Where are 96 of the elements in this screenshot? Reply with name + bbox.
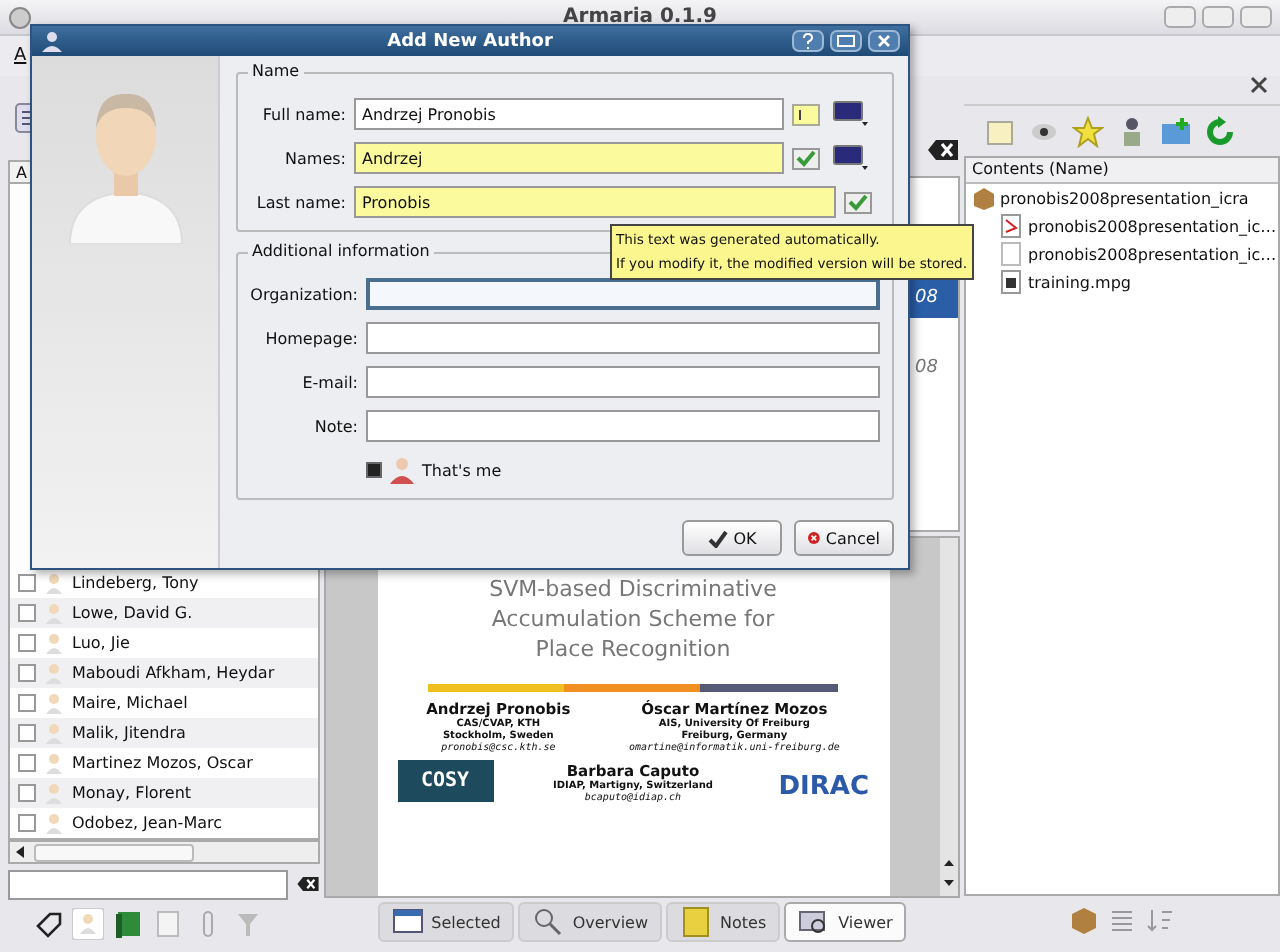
check-icon[interactable] (792, 147, 820, 169)
field-label: Full name: (260, 105, 346, 123)
person-icon (44, 662, 64, 684)
pdf-file-icon (1000, 214, 1022, 238)
horizontal-scrollbar[interactable] (8, 840, 320, 864)
view-tab[interactable]: Viewer (784, 902, 907, 942)
person-icon (44, 782, 64, 804)
note-icon (680, 906, 713, 938)
dialog-title: Add New Author (387, 31, 553, 51)
text-field-icon[interactable] (792, 103, 820, 125)
checkbox[interactable] (18, 634, 36, 652)
column-header[interactable]: Contents (Name) (966, 158, 1278, 184)
text-field[interactable] (366, 410, 880, 442)
checkbox[interactable] (18, 754, 36, 772)
author-name[interactable]: Odobez, Jean-Marc (72, 814, 223, 832)
author-name[interactable]: Maire, Michael (72, 694, 188, 712)
field-label: E-mail: (300, 373, 358, 391)
author-name[interactable]: Lindeberg, Tony (72, 574, 199, 592)
author-name[interactable]: Luo, Jie (72, 634, 130, 652)
box-icon (972, 186, 994, 210)
maximize-button[interactable] (1202, 6, 1234, 28)
clear-icon[interactable] (926, 136, 960, 164)
close-icon[interactable] (1250, 76, 1268, 94)
person-icon (44, 722, 64, 744)
person-icon (44, 602, 64, 624)
window-title: Armaria 0.1.9 (563, 6, 717, 28)
field-label: Note: (312, 417, 358, 435)
person-icon (44, 692, 64, 714)
text-field[interactable]: Andrzej (354, 142, 784, 174)
checkbox[interactable] (18, 784, 36, 802)
checkbox[interactable] (18, 724, 36, 742)
note-icon[interactable] (984, 115, 1016, 147)
view-tab[interactable]: Overview (518, 902, 663, 942)
table-icon (391, 906, 424, 938)
logo: COSY (397, 760, 494, 802)
text-field[interactable] (366, 278, 880, 310)
color-picker-icon[interactable] (832, 144, 868, 172)
person-icon (44, 812, 64, 834)
folder-add-icon[interactable] (1160, 115, 1192, 147)
cancel-icon (808, 528, 820, 548)
checkbox[interactable] (18, 814, 36, 832)
group-title: Name (248, 62, 304, 80)
text-field[interactable]: Pronobis (354, 186, 836, 218)
box-icon[interactable] (1068, 904, 1100, 936)
tag-icon[interactable] (32, 907, 64, 939)
close-icon[interactable] (868, 30, 900, 52)
tree-item[interactable]: pronobis2008presentation_ic… (994, 212, 1278, 240)
text-field[interactable] (366, 366, 880, 398)
checkbox[interactable] (366, 462, 382, 478)
ok-button[interactable]: OK (682, 520, 782, 556)
book-icon[interactable] (112, 907, 144, 939)
cancel-button[interactable]: Cancel (794, 520, 894, 556)
text-field[interactable] (366, 322, 880, 354)
field-label: Homepage: (263, 329, 358, 347)
view-tab[interactable]: Selected (377, 902, 515, 942)
person-icon (390, 456, 414, 484)
text-field[interactable]: Andrzej Pronobis (354, 98, 784, 130)
help-icon[interactable] (792, 30, 824, 52)
tree-item[interactable]: pronobis2008presentation_ic… (994, 240, 1278, 268)
field-label: Organization: (250, 285, 358, 303)
author-name[interactable]: Martinez Mozos, Oscar (72, 754, 253, 772)
checkbox[interactable] (18, 694, 36, 712)
person-icon (40, 30, 64, 52)
color-picker-icon[interactable] (832, 100, 868, 128)
sort-icon[interactable] (1144, 904, 1176, 936)
maximize-icon[interactable] (830, 30, 862, 52)
view-tab[interactable]: Notes (666, 902, 781, 942)
check-icon (707, 529, 728, 547)
blank-file-icon (1000, 242, 1022, 266)
star-icon[interactable] (1072, 115, 1104, 147)
video-file-icon (1000, 270, 1022, 294)
vertical-scrollbar[interactable] (940, 538, 958, 896)
checkbox[interactable] (18, 664, 36, 682)
field-label: Last name: (254, 193, 346, 211)
check-icon[interactable] (844, 191, 872, 213)
minimize-button[interactable] (1164, 6, 1196, 28)
slide-title: SVM-based Discriminative Accumulation Scheme for Place Recognition (487, 574, 779, 664)
person-icon (44, 632, 64, 654)
checkbox-label[interactable]: That's me (422, 461, 502, 479)
checkbox[interactable] (18, 574, 36, 592)
magnifier-icon (532, 906, 565, 938)
person-icon (44, 752, 64, 774)
close-button[interactable] (1240, 6, 1272, 28)
monitor-icon (798, 906, 831, 938)
tree-item[interactable]: pronobis2008presentation_icra (966, 184, 1278, 212)
refresh-icon[interactable] (1204, 115, 1236, 147)
person-icon (44, 572, 64, 594)
menu-item[interactable]: A (14, 46, 27, 66)
search-field[interactable] (8, 869, 288, 899)
field-label: Names: (283, 149, 346, 167)
checkbox[interactable] (18, 604, 36, 622)
tree-item[interactable]: training.mpg (994, 268, 1278, 296)
group-title: Additional information (248, 242, 434, 260)
scrollbar-thumb[interactable] (34, 843, 194, 861)
logo: DIRAC (778, 770, 869, 802)
app-icon (8, 6, 32, 30)
